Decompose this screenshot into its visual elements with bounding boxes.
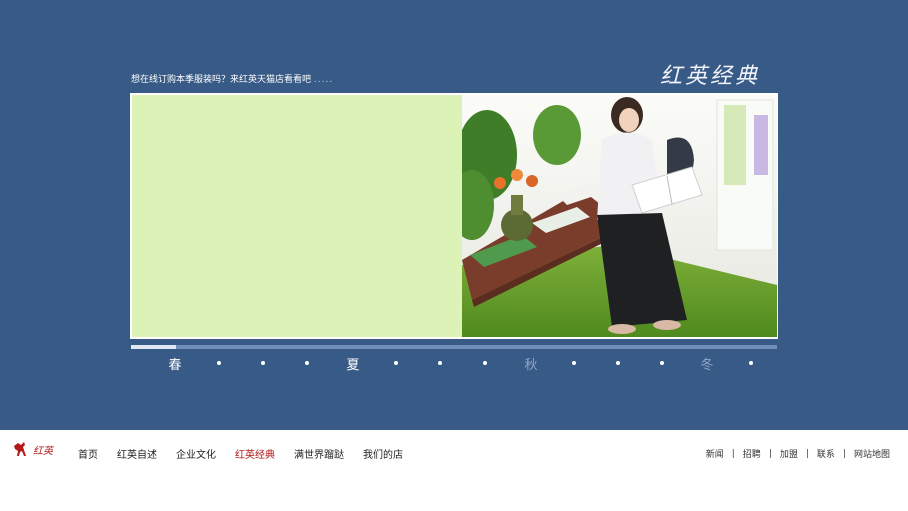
slider-progress-track[interactable] [131, 345, 777, 349]
promo-text: 想在线订购本季服装吗？来红英天猫店看看吧 [131, 75, 312, 85]
slide-dot[interactable] [305, 361, 309, 365]
promo-link[interactable]: 想在线订购本季服装吗？来红英天猫店看看吧 ..... [131, 72, 333, 85]
season-spring[interactable]: 春 [168, 354, 181, 373]
link-franchise[interactable]: 加盟 [780, 447, 798, 460]
link-contact[interactable]: 联系 [817, 447, 835, 460]
separator: | [842, 448, 846, 459]
season-summer[interactable]: 夏 [346, 354, 359, 373]
footer-bar: 红英 首页 红英自述 企业文化 红英经典 满世界蹓跶 我们的店 新闻 | 招聘 … [0, 430, 908, 511]
hero-stage: 想在线订购本季服装吗？来红英天猫店看看吧 ..... 红英经典 春 夏 秋 冬 [0, 0, 908, 430]
main-nav: 首页 红英自述 企业文化 红英经典 满世界蹓跶 我们的店 [78, 446, 422, 461]
slide-photo-illustration [462, 95, 777, 337]
slide-text-panel [132, 95, 462, 337]
separator: | [731, 448, 735, 459]
nav-classic[interactable]: 红英经典 [235, 446, 275, 461]
nav-home[interactable]: 首页 [78, 446, 98, 461]
slider-progress-fill [131, 345, 176, 349]
nav-about[interactable]: 红英自述 [117, 446, 157, 461]
nav-stores[interactable]: 我们的店 [363, 446, 403, 461]
brand-title: 红英经典 [660, 64, 761, 89]
separator: | [768, 448, 772, 459]
link-news[interactable]: 新闻 [706, 447, 724, 460]
brand-logo[interactable]: 红英 [12, 440, 53, 458]
link-sitemap[interactable]: 网站地图 [854, 447, 890, 460]
slide-frame [130, 93, 778, 339]
nav-culture[interactable]: 企业文化 [176, 446, 216, 461]
promo-dots: ..... [313, 75, 334, 85]
season-navigation: 春 夏 秋 冬 [131, 354, 777, 374]
horse-logo-icon [14, 442, 26, 456]
slide-dot[interactable] [749, 361, 753, 365]
slide-dot[interactable] [483, 361, 487, 365]
slide-dot[interactable] [572, 361, 576, 365]
separator: | [805, 448, 809, 459]
slide-photo[interactable] [462, 95, 777, 337]
nav-travel[interactable]: 满世界蹓跶 [294, 446, 344, 461]
link-jobs[interactable]: 招聘 [743, 447, 761, 460]
slide-dot[interactable] [394, 361, 398, 365]
logo-text: 红英 [33, 445, 53, 457]
slide-dot[interactable] [261, 361, 265, 365]
utility-links: 新闻 | 招聘 | 加盟 | 联系 | 网站地图 [706, 447, 890, 461]
slide-dot[interactable] [616, 361, 620, 365]
season-winter[interactable]: 冬 [700, 354, 713, 373]
slide-dot[interactable] [217, 361, 221, 365]
slide-dot[interactable] [660, 361, 664, 365]
season-autumn[interactable]: 秋 [524, 354, 537, 373]
slide-dot[interactable] [438, 361, 442, 365]
